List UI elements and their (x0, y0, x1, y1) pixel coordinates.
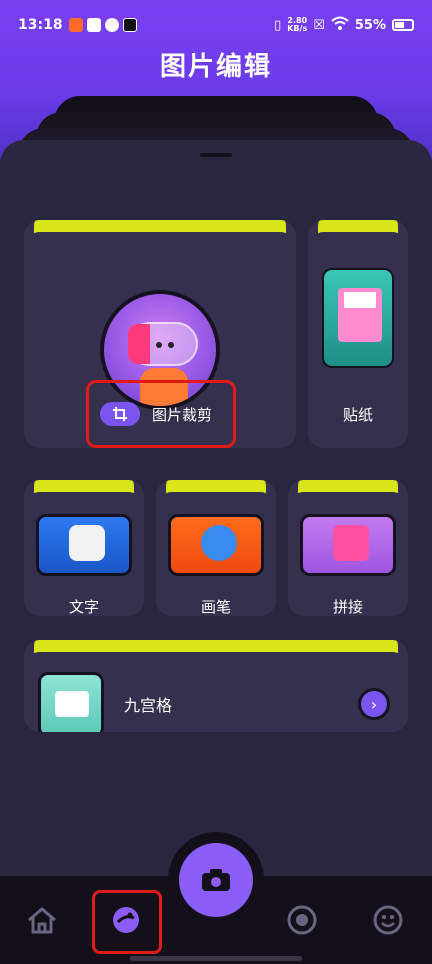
tiktok-icon (122, 18, 137, 32)
grid-illustration (38, 672, 104, 732)
home-icon[interactable] (22, 900, 62, 940)
record-icon[interactable] (282, 900, 322, 940)
annotation-box (92, 890, 162, 954)
eye-shape (156, 342, 162, 348)
splice-label: 拼接 (332, 598, 363, 616)
splice-illustration (300, 514, 396, 576)
camera-button-ring (168, 832, 264, 928)
card-body: 文字 (24, 492, 144, 616)
battery-icon (392, 19, 414, 31)
brush-label: 画笔 (200, 598, 231, 616)
grid-label: 九宫格 (124, 696, 173, 715)
splice-card[interactable]: 拼接 (288, 480, 408, 616)
block-shape (333, 525, 369, 561)
net-speed-unit: KB/s (287, 24, 308, 33)
brush-card[interactable]: 画笔 (156, 480, 276, 616)
annotation-box (86, 380, 236, 448)
cap-shape (128, 324, 150, 364)
wifi-icon (331, 16, 349, 34)
home-indicator (130, 956, 302, 961)
page-title: 图片编辑 (159, 52, 272, 82)
vibrate-icon: ▯ (274, 17, 282, 33)
smile-icon[interactable] (368, 900, 408, 940)
text-card[interactable]: 文字 (24, 480, 144, 616)
card-body: 拼接 (288, 492, 408, 616)
floppy-label-shape (344, 292, 376, 308)
sticker-label: 贴纸 (342, 406, 373, 424)
sim-off-icon: ☒ (313, 17, 325, 33)
notification-icons (68, 18, 137, 32)
chevron-right-icon[interactable]: › (358, 688, 390, 720)
sticker-card[interactable]: 贴纸 (308, 220, 408, 448)
brush-illustration (168, 514, 264, 576)
eye-shape (168, 342, 174, 348)
status-bar: 13:18 ▯ 2.80 KB/s ☒ 55% (0, 0, 432, 50)
net-speed: 2.80 KB/s (287, 17, 307, 33)
status-time: 13:18 (18, 17, 63, 33)
camera-button[interactable] (179, 843, 253, 917)
text-label: 文字 (68, 598, 99, 616)
battery-level: 55% (354, 17, 386, 33)
monster-shape (201, 525, 237, 561)
robot-shape (55, 691, 89, 717)
card-body: 贴纸 (308, 232, 408, 448)
grid-card[interactable]: 九宫格 › (24, 640, 408, 732)
app-notification-icon (86, 18, 101, 32)
text-illustration (36, 514, 132, 576)
main-panel: 图片裁剪 贴纸 文字 画笔 拼接 九宫格 › (0, 140, 432, 880)
drag-handle[interactable] (200, 153, 232, 157)
app-notification-icon (68, 18, 83, 32)
camera-icon (202, 869, 230, 891)
app-notification-icon (104, 18, 119, 32)
status-right: ▯ 2.80 KB/s ☒ 55% (274, 16, 414, 34)
card-body: 画笔 (156, 492, 276, 616)
status-left: 13:18 (18, 17, 137, 33)
robot-shape (69, 525, 105, 561)
sticker-illustration (322, 268, 394, 368)
card-body: 九宫格 › (24, 652, 408, 732)
